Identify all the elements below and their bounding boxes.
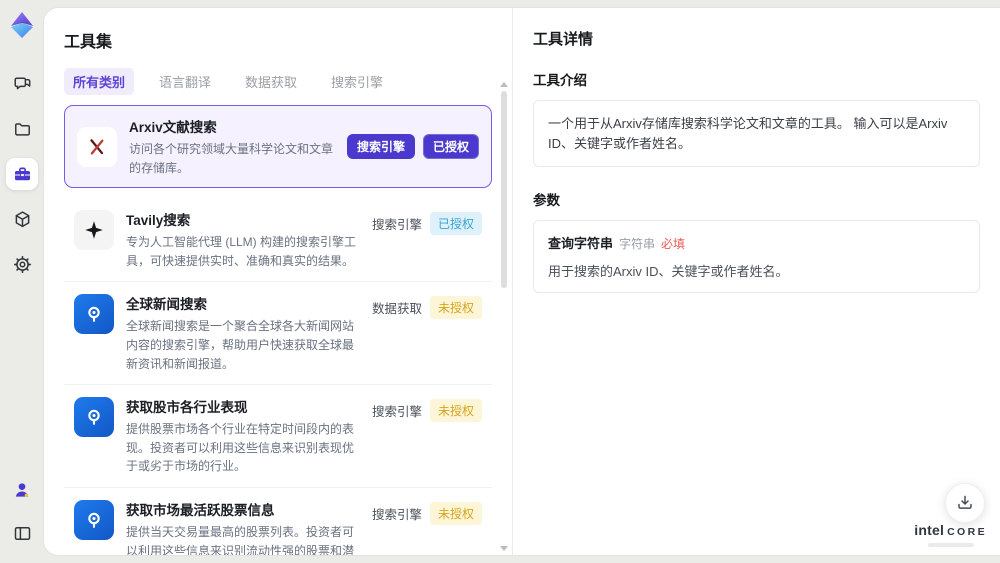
category-tabs: 所有类别 语言翻译 数据获取 搜索引擎	[64, 68, 492, 95]
tool-text: Tavily搜索 专为人工智能代理 (LLM) 构建的搜索引擎工具，可快速提供实…	[126, 209, 360, 270]
param-required-badge: 必填	[661, 237, 686, 251]
intel-core-logo: intel CORE	[914, 523, 987, 547]
tool-list-item[interactable]: Arxiv文献搜索 访问各个研究领域大量科学论文和文章的存储库。 搜索引擎 已授…	[64, 105, 492, 189]
category-tab-2[interactable]: 数据获取	[236, 68, 306, 95]
tool-tags: 数据获取 未授权	[371, 296, 482, 320]
core-wordmark: CORE	[947, 526, 987, 538]
arxiv-icon	[77, 127, 117, 168]
intro-heading: 工具介绍	[533, 73, 587, 88]
sidebar-item-cube cube-icon[interactable]	[6, 203, 38, 235]
tool-auth-badge: 未授权	[429, 296, 482, 320]
params-heading: 参数	[533, 193, 560, 208]
app-logo gem-logo-icon	[7, 10, 37, 40]
tool-text: 全球新闻搜索 全球新闻搜索是一个聚合全球各大新闻网站内容的搜索引擎，帮助用户快速…	[126, 293, 360, 373]
news-search-icon	[74, 397, 114, 438]
tool-list: Arxiv文献搜索 访问各个研究领域大量科学论文和文章的存储库。 搜索引擎 已授…	[64, 105, 492, 555]
tool-detail-pane: 工具详情 工具介绍 一个用于从Arxiv存储库搜索科学论文和文章的工具。 输入可…	[512, 8, 1000, 555]
page-title: 工具集	[64, 34, 113, 51]
tool-text: Arxiv文献搜索 访问各个研究领域大量科学论文和文章的存储库。	[129, 116, 335, 177]
tool-description: 专为人工智能代理 (LLM) 构建的搜索引擎工具，可快速提供实时、准确和真实的结…	[126, 235, 357, 268]
list-scrollbar[interactable]	[499, 82, 509, 551]
tool-description: 提供股票市场各个行业在特定时间段内的表现。投资者可以利用这些信息来识别表现优于或…	[126, 422, 355, 474]
tool-auth-badge: 已授权	[422, 134, 479, 160]
tool-description: 全球新闻搜索是一个聚合全球各大新闻网站内容的搜索引擎，帮助用户快速获取全球最新资…	[126, 319, 355, 371]
tool-name: 获取股市各行业表现	[126, 400, 248, 416]
app-sidebar	[0, 0, 44, 563]
tool-auth-badge: 未授权	[429, 501, 482, 525]
tool-name: 获取市场最活跃股票信息	[126, 502, 275, 518]
tool-category-tag: 搜索引擎	[371, 405, 422, 420]
tool-name: 全球新闻搜索	[126, 297, 207, 313]
intel-wordmark: intel	[914, 522, 945, 538]
param-type: 字符串	[619, 237, 656, 251]
tool-name: Arxiv文献搜索	[129, 120, 217, 135]
main-content: 工具集 所有类别 语言翻译 数据获取 搜索引擎 Arxiv文献搜索 访问各个研究领域大…	[44, 8, 1000, 555]
tool-text: 获取股市各行业表现 提供股票市场各个行业在特定时间段内的表现。投资者可以利用这些…	[126, 396, 360, 476]
tool-list-item[interactable]: Tavily搜索 专为人工智能代理 (LLM) 构建的搜索引擎工具，可快速提供实…	[64, 198, 492, 283]
tool-list-item[interactable]: 全球新闻搜索 全球新闻搜索是一个聚合全球各大新闻网站内容的搜索引擎，帮助用户快速…	[64, 282, 492, 386]
tool-auth-badge: 已授权	[429, 212, 482, 236]
news-search-icon	[74, 499, 114, 540]
tool-name: Tavily搜索	[126, 213, 191, 229]
sidebar-item-settings settings-icon[interactable]	[6, 248, 38, 280]
param-card: 查询字符串 字符串 必填 用于搜索的Arxiv ID、关键字或作者姓名。	[533, 220, 980, 293]
tool-description: 提供当天交易量最高的股票列表。投资者可以利用这些信息来识别流动性强的股票和潜在的…	[126, 524, 355, 555]
tool-tags: 搜索引擎 未授权	[371, 399, 482, 423]
sidebar-nav	[6, 68, 38, 280]
tool-list-pane: 工具集 所有类别 语言翻译 数据获取 搜索引擎 Arxiv文献搜索 访问各个研究领域大…	[44, 8, 512, 555]
tool-category-tag: 搜索引擎	[346, 134, 415, 160]
tool-tags: 搜索引擎 未授权	[371, 501, 482, 525]
category-tab-3[interactable]: 搜索引擎	[322, 68, 392, 95]
sidebar-item-toolbox toolbox-icon[interactable]	[6, 158, 38, 190]
tavily-star-icon	[74, 210, 114, 251]
brand-underline	[927, 543, 974, 547]
category-tab-0[interactable]: 所有类别	[64, 68, 135, 95]
tool-description: 访问各个研究领域大量科学论文和文章的存储库。	[129, 142, 334, 175]
tool-auth-badge: 未授权	[429, 399, 482, 423]
sidebar-item-folder folder-icon[interactable]	[6, 113, 38, 145]
scroll-down-arrow-icon[interactable]	[500, 546, 508, 551]
scroll-up-arrow-icon[interactable]	[500, 82, 508, 87]
tool-text: 获取市场最活跃股票信息 提供当天交易量最高的股票列表。投资者可以利用这些信息来识…	[126, 499, 360, 555]
scrollbar-thumb[interactable]	[501, 91, 507, 288]
tool-category-tag: 数据获取	[371, 302, 422, 317]
sidebar-footer	[6, 474, 38, 549]
tool-category-tag: 搜索引擎	[371, 218, 422, 233]
tool-tags: 搜索引擎 已授权	[346, 134, 479, 160]
tool-category-tag: 搜索引擎	[371, 507, 422, 522]
tool-list-item[interactable]: 获取市场最活跃股票信息 提供当天交易量最高的股票列表。投资者可以利用这些信息来识…	[64, 488, 492, 555]
param-description: 用于搜索的Arxiv ID、关键字或作者姓名。	[548, 264, 789, 279]
param-name: 查询字符串	[548, 236, 614, 251]
intro-text: 一个用于从Arxiv存储库搜索科学论文和文章的工具。 输入可以是Arxiv ID…	[533, 100, 980, 167]
tool-list-item[interactable]: 获取股市各行业表现 提供股票市场各个行业在特定时间段内的表现。投资者可以利用这些…	[64, 385, 492, 488]
category-tab-1[interactable]: 语言翻译	[150, 68, 220, 95]
sidebar-footer-user user-icon[interactable]	[6, 474, 38, 506]
news-search-icon	[74, 294, 114, 335]
detail-title: 工具详情	[533, 31, 594, 48]
download-button[interactable]	[945, 483, 985, 523]
download-icon	[958, 495, 972, 509]
sidebar-footer-panel-toggle panel-toggle-icon[interactable]	[6, 517, 38, 549]
sidebar-item-chat chat-icon[interactable]	[6, 68, 38, 100]
param-header: 查询字符串 字符串 必填	[548, 233, 965, 252]
tool-tags: 搜索引擎 已授权	[371, 212, 482, 236]
